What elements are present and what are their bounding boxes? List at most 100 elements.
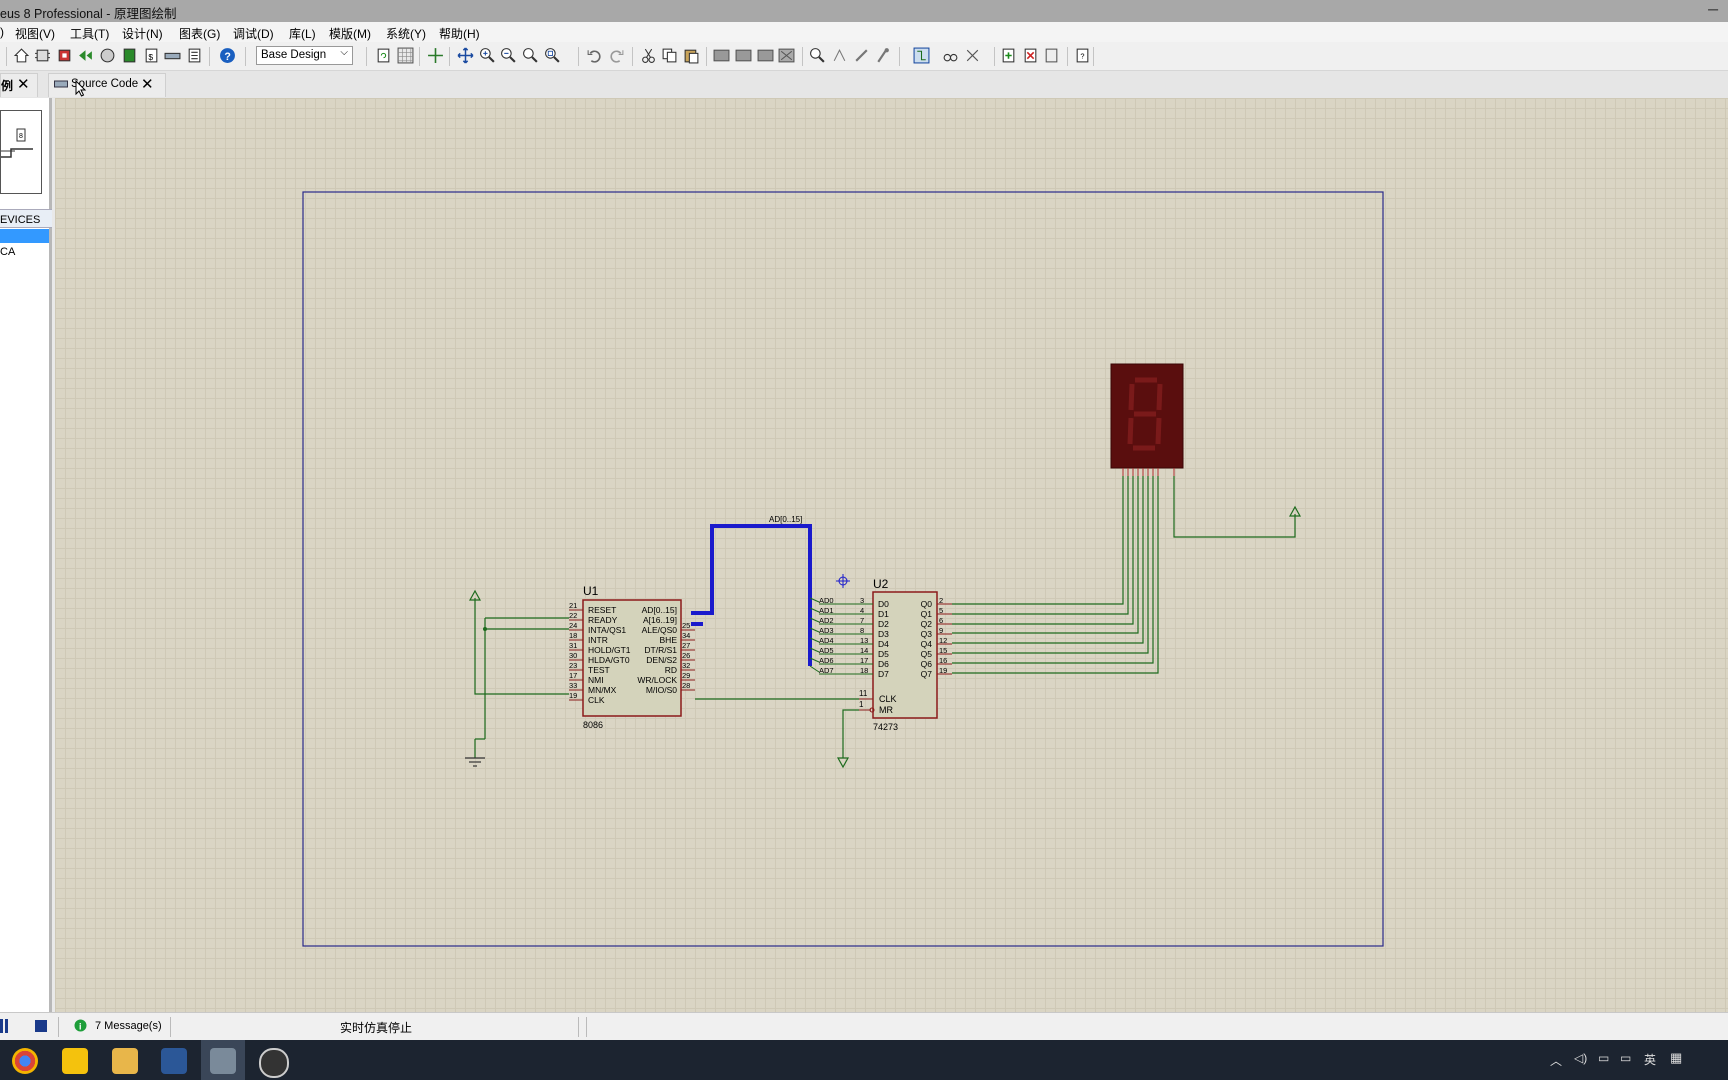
pin-number: 6 xyxy=(939,616,943,625)
toolbar-separator xyxy=(994,47,995,66)
close-icon[interactable]: ✕ xyxy=(141,75,154,93)
pin-number: 4 xyxy=(860,606,864,615)
design-notes-icon[interactable]: ? xyxy=(1074,47,1091,64)
overview-window[interactable]: 8 xyxy=(0,110,42,194)
device-list-selected[interactable] xyxy=(0,229,49,243)
menu-view[interactable]: 视图(V) xyxy=(15,25,55,42)
design-explorer-icon[interactable] xyxy=(121,47,138,64)
status-separator xyxy=(170,1017,171,1037)
chrome-icon[interactable] xyxy=(12,1048,38,1074)
chevron-up-icon[interactable]: ︿ xyxy=(1550,1052,1562,1069)
search-tag-icon[interactable] xyxy=(942,47,959,64)
copy-icon[interactable] xyxy=(661,47,678,64)
tab-source-code[interactable]: Source Code ✕ xyxy=(48,73,166,97)
proteus-icon[interactable] xyxy=(210,1048,236,1074)
component-u2[interactable]: U2 74273 AD0 3 D0 AD1 4 D1 AD2 7 D2 AD3 8 D3 AD4 13 D4… xyxy=(819,577,952,732)
wire-autorouter-icon[interactable] xyxy=(913,47,930,64)
make-device-icon[interactable] xyxy=(831,47,848,64)
u1-pin[interactable]: AD[0..15] xyxy=(642,605,677,615)
schematic-capture-icon[interactable] xyxy=(34,47,51,64)
property-assignment-icon[interactable] xyxy=(964,47,981,64)
ime-icon[interactable]: 英 xyxy=(1644,1051,1656,1068)
component-u1[interactable]: U1 8086 21 RESET 22 READY 24 INTA/QS1 18 INTR 31… xyxy=(569,584,695,730)
mr-wire[interactable] xyxy=(842,709,859,758)
tab-schematic[interactable]: 例 ✕ xyxy=(0,73,38,97)
overview-thumbnail: 8 xyxy=(1,128,33,158)
pcb-layout-icon[interactable] xyxy=(56,47,73,64)
undo-icon[interactable] xyxy=(586,47,603,64)
origin-icon[interactable] xyxy=(427,47,444,64)
home-icon[interactable] xyxy=(13,47,30,64)
block-copy-icon[interactable] xyxy=(713,47,730,64)
file-explorer-icon[interactable] xyxy=(112,1048,138,1074)
menu-tools[interactable]: 工具(T) xyxy=(70,25,109,42)
remove-sheet-icon[interactable] xyxy=(1022,47,1039,64)
3d-viewer-icon[interactable] xyxy=(77,47,94,64)
battery-icon[interactable]: ▭ xyxy=(1598,1051,1609,1065)
cut-icon[interactable] xyxy=(640,47,657,64)
ground-terminal-u2[interactable] xyxy=(836,757,850,769)
zoom-out-icon[interactable] xyxy=(500,47,517,64)
source-code-icon[interactable] xyxy=(164,47,181,64)
u2-clk-num: 11 xyxy=(859,689,868,698)
minimize-button[interactable]: ─ xyxy=(1708,1,1718,17)
word-icon[interactable] xyxy=(161,1048,187,1074)
volume-icon[interactable]: ◁) xyxy=(1574,1051,1587,1065)
stop-icon[interactable] xyxy=(35,1020,47,1032)
decompose-icon[interactable] xyxy=(874,47,891,64)
bill-of-materials-icon[interactable]: $ xyxy=(143,47,160,64)
zoom-in-icon[interactable] xyxy=(479,47,496,64)
notes-icon[interactable] xyxy=(186,47,203,64)
toolbar-separator xyxy=(706,47,707,66)
source-code-icon xyxy=(54,80,68,88)
q-output-wires[interactable] xyxy=(952,476,1296,674)
recorder-icon[interactable] xyxy=(259,1048,289,1078)
schematic-canvas[interactable]: U1 8086 21 RESET 22 READY 24 INTA/QS1 18 INTR 31… xyxy=(55,98,1728,1012)
u1-pin[interactable]: A[16..19] xyxy=(643,615,677,625)
exit-to-parent-icon[interactable] xyxy=(1043,47,1060,64)
menu-file-fragment[interactable]: ) xyxy=(0,25,4,39)
wire-junction xyxy=(483,627,487,631)
close-icon[interactable]: ✕ xyxy=(17,75,30,93)
schematic-drawing[interactable]: U1 8086 21 RESET22 READY24 INTA/QS118 INTR31… xyxy=(55,98,1728,1012)
help-icon[interactable]: ? xyxy=(219,47,236,64)
calendar-icon[interactable]: ▦ xyxy=(1670,1050,1682,1066)
zoom-area-icon[interactable] xyxy=(544,47,561,64)
media-player-icon[interactable] xyxy=(62,1048,88,1074)
packaging-tool-icon[interactable] xyxy=(853,47,870,64)
menu-design[interactable]: 设计(N) xyxy=(122,25,163,42)
gerber-viewer-icon[interactable] xyxy=(99,47,116,64)
pan-icon[interactable] xyxy=(457,47,474,64)
menu-help[interactable]: 帮助(H) xyxy=(439,25,480,42)
block-rotate-icon[interactable] xyxy=(757,47,774,64)
paste-icon[interactable] xyxy=(683,47,700,64)
network-icon[interactable]: ▭ xyxy=(1620,1051,1631,1065)
new-sheet-icon[interactable] xyxy=(1000,47,1017,64)
messages-count[interactable]: 7 Message(s) xyxy=(95,1020,162,1032)
redo-icon[interactable] xyxy=(608,47,625,64)
zoom-all-icon[interactable] xyxy=(522,47,539,64)
block-delete-icon[interactable] xyxy=(778,47,795,64)
pause-icon[interactable] xyxy=(0,1019,3,1033)
pick-device-icon[interactable] xyxy=(809,47,826,64)
u1-control-wires[interactable] xyxy=(474,598,569,758)
grid-toggle-icon[interactable] xyxy=(397,47,414,64)
pin-number: 34 xyxy=(682,631,690,640)
menu-graph[interactable]: 图表(G) xyxy=(179,25,220,42)
menu-template[interactable]: 模版(M) xyxy=(329,25,371,42)
device-list-item[interactable]: CA xyxy=(0,246,15,258)
net-label: AD2 xyxy=(819,616,834,625)
pin-name: CLK xyxy=(588,695,605,705)
pin-number: 7 xyxy=(860,616,864,625)
simulation-status: 实时仿真停止 xyxy=(340,1021,413,1035)
seven-segment-display[interactable] xyxy=(1110,363,1184,476)
block-move-icon[interactable] xyxy=(735,47,752,64)
menu-library[interactable]: 库(L) xyxy=(289,25,316,42)
svg-text:?: ? xyxy=(224,51,230,63)
ground-symbol-u1[interactable] xyxy=(465,757,485,767)
design-variant-select[interactable]: Base Design ⌵ xyxy=(256,46,353,65)
bus-ad[interactable] xyxy=(691,524,812,666)
menu-system[interactable]: 系统(Y) xyxy=(386,25,426,42)
refresh-icon[interactable] xyxy=(375,47,392,64)
menu-debug[interactable]: 调试(D) xyxy=(233,25,274,42)
